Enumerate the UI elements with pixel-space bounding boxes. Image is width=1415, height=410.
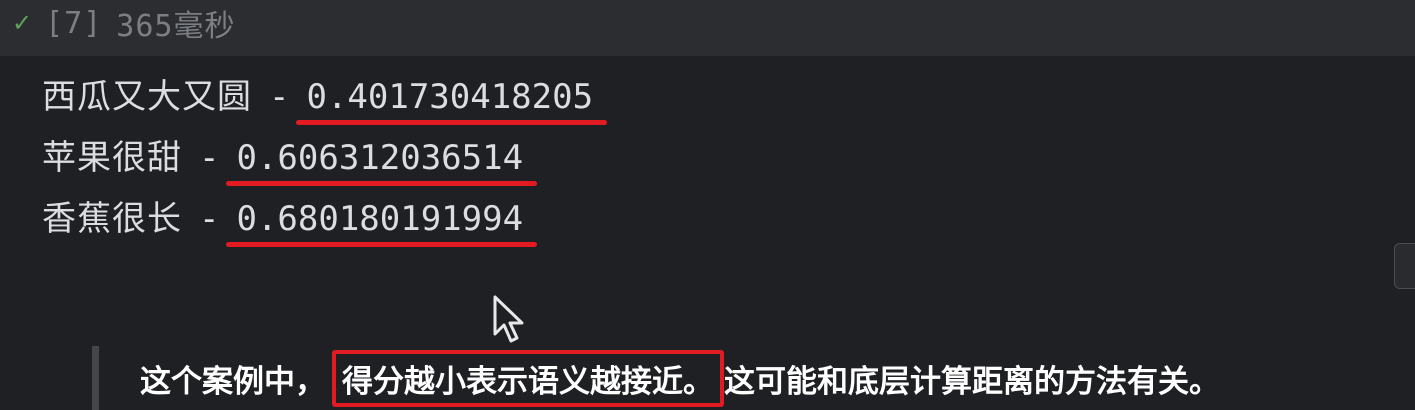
output-label: 香蕉很长: [42, 199, 182, 239]
output-label: 苹果很甜: [42, 138, 182, 178]
output-score: 0.401730418205: [296, 72, 607, 125]
output-separator: -: [199, 199, 220, 239]
output-score: 0.606312036514: [226, 133, 537, 186]
caption-highlight: 得分越小表示语义越接近。: [332, 349, 724, 407]
caption-quote-bar: [92, 346, 99, 410]
output-line: 香蕉很长 - 0.680180191994: [42, 194, 593, 255]
execution-status: ✓ [7] 365毫秒: [12, 3, 236, 45]
caption-suffix: 这可能和底层计算距离的方法有关。: [724, 363, 1220, 400]
output-score: 0.680180191994: [226, 194, 537, 247]
mouse-cursor-icon: [493, 295, 524, 343]
cell-output: 西瓜又大又圆 - 0.401730418205 苹果很甜 - 0.6063120…: [42, 72, 607, 255]
subtitle-caption: 这个案例中， 得分越小表示语义越接近。 这可能和底层计算距离的方法有关。: [140, 349, 1220, 407]
output-separator: -: [269, 77, 290, 117]
output-line: 西瓜又大又圆 - 0.401730418205: [42, 72, 607, 133]
cell-header: ✓ [7] 365毫秒: [0, 0, 1415, 56]
output-line: 苹果很甜 - 0.606312036514: [42, 133, 593, 194]
check-icon: ✓: [12, 9, 34, 37]
execution-count: [7]: [45, 5, 103, 41]
output-label: 西瓜又大又圆: [42, 77, 252, 117]
output-separator: -: [199, 138, 220, 178]
execution-duration: 365毫秒: [116, 9, 236, 44]
scroll-handle[interactable]: [1394, 243, 1415, 289]
caption-prefix: 这个案例中，: [140, 363, 326, 400]
